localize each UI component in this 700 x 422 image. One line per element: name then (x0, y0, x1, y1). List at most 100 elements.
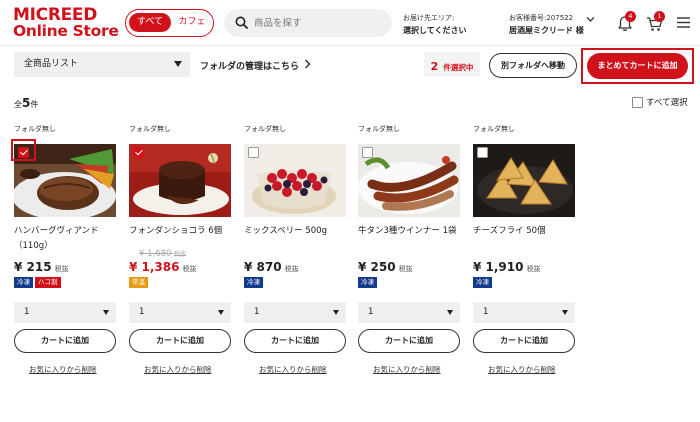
quantity-select[interactable]: 1 (244, 302, 346, 323)
quantity-value: 1 (368, 307, 374, 317)
product-name[interactable]: フォンダンショコラ 6個 (129, 224, 231, 239)
storage-tag: ハコ割 (35, 277, 61, 288)
caret-down-icon (174, 61, 182, 67)
product-image[interactable] (129, 144, 231, 217)
folder-manage-link[interactable]: フォルダの管理はこちら (200, 59, 299, 72)
add-to-cart-button[interactable]: カートに追加 (129, 329, 231, 353)
add-to-cart-button[interactable]: カートに追加 (358, 329, 460, 353)
product-name[interactable]: ハンバーグヴィアンド（110g） (14, 224, 116, 254)
remove-favorite-link[interactable]: お気に入りから削除 (373, 364, 441, 375)
price-value: ¥ 870 (244, 260, 282, 274)
folder-label: フォルダ無し (14, 125, 56, 133)
old-price-value: ¥ 1,680 (139, 249, 172, 259)
product-card: フォルダ無し フォンダンショコラ 6個 ¥ 1,680 税抜 ¥ 1,386 税抜 常温… (129, 124, 245, 374)
product-tags: 冷凍 (473, 277, 494, 289)
product-tags: 冷凍 (358, 277, 379, 289)
add-to-cart-button[interactable]: カートに追加 (14, 329, 116, 353)
product-price: ¥ 870 税抜 (244, 260, 299, 274)
caret-down-icon (562, 310, 568, 315)
product-card: フォルダ無し ハンバーグヴィアンド（110g） ¥ 215 税抜 冷凍 ハコ割 1 カートに… (11, 124, 130, 375)
tax-label: 税抜 (284, 265, 299, 273)
search-input[interactable] (254, 14, 384, 32)
select-all-label: すべて選択 (646, 98, 688, 108)
product-name[interactable]: 牛タン3種ウインナー 1袋 (358, 224, 460, 239)
list-select[interactable]: 全商品リスト (14, 52, 190, 77)
total-count: 全5件 (14, 96, 38, 110)
customer-name[interactable]: 居酒屋ミクリード 様 (509, 25, 584, 36)
total-suffix: 件 (30, 100, 39, 109)
chevron-right-icon[interactable] (304, 59, 311, 69)
toggle-all-button[interactable]: すべて (129, 13, 171, 32)
move-folder-button[interactable]: 別フォルダへ移動 (489, 53, 577, 78)
cart-badge: 1 (654, 11, 665, 22)
product-checkbox[interactable] (362, 147, 373, 158)
quantity-select[interactable]: 1 (14, 302, 116, 323)
product-card: フォルダ無し チーズフライ 50個 ¥ 1,910 税抜 冷凍 1 カートに追加 お気に入り… (473, 124, 589, 374)
product-image[interactable] (358, 144, 460, 217)
tax-label: 税抜 (526, 265, 541, 273)
list-select-value: 全商品リスト (24, 59, 79, 69)
menu-icon[interactable] (677, 17, 690, 28)
delivery-area-value[interactable]: 選択してください (403, 25, 467, 36)
storage-tag: 冷凍 (358, 277, 377, 288)
folder-label: フォルダ無し (358, 125, 400, 133)
remove-favorite-link[interactable]: お気に入りから削除 (488, 364, 556, 375)
chevron-down-icon[interactable] (586, 16, 595, 23)
customer-number: お客様番号:207522 (509, 14, 574, 22)
quantity-value: 1 (483, 307, 489, 317)
notification-badge: 4 (625, 11, 636, 22)
category-toggle: すべて カフェ (125, 9, 214, 37)
price-value: ¥ 1,386 (129, 260, 180, 274)
remove-favorite-link[interactable]: お気に入りから削除 (259, 364, 327, 375)
add-to-cart-button[interactable]: カートに追加 (473, 329, 575, 353)
folder-label: フォルダ無し (244, 125, 286, 133)
quantity-select[interactable]: 1 (473, 302, 575, 323)
product-image[interactable] (244, 144, 346, 217)
product-checkbox[interactable] (477, 147, 488, 158)
toggle-cafe-button[interactable]: カフェ (175, 13, 209, 32)
product-tags: 常温 (129, 277, 150, 289)
total-prefix: 全 (14, 100, 22, 109)
product-price: ¥ 1,910 税抜 (473, 260, 540, 274)
price-value: ¥ 1,910 (473, 260, 524, 274)
storage-tag: 冷凍 (473, 277, 492, 288)
select-all-checkbox[interactable] (632, 97, 643, 108)
product-name[interactable]: ミックスベリー 500g (244, 224, 346, 239)
folder-label: フォルダ無し (473, 125, 515, 133)
remove-favorite-link[interactable]: お気に入りから削除 (29, 364, 97, 375)
highlight-frame (11, 139, 36, 161)
product-name[interactable]: チーズフライ 50個 (473, 224, 575, 239)
quantity-value: 1 (254, 307, 260, 317)
product-tags: 冷凍 ハコ割 (14, 277, 63, 289)
product-image[interactable] (473, 144, 575, 217)
selected-count: 2 件選択中 (424, 52, 480, 77)
storage-tag: 常温 (129, 277, 148, 288)
old-price: ¥ 1,680 税抜 (139, 249, 186, 259)
quantity-select[interactable]: 1 (358, 302, 460, 323)
add-to-cart-button[interactable]: カートに追加 (244, 329, 346, 353)
product-price: ¥ 1,386 税抜 (129, 260, 196, 274)
product-checkbox[interactable] (248, 147, 259, 158)
selected-count-number: 2 (430, 60, 439, 73)
caret-down-icon (218, 310, 224, 315)
tax-label: 税抜 (398, 265, 413, 273)
bulk-add-to-cart-button[interactable]: まとめてカートに追加 (587, 53, 688, 79)
logo-subtext[interactable]: Online Store (13, 23, 119, 40)
quantity-select[interactable]: 1 (129, 302, 231, 323)
site-header: MICREED Online Store すべて カフェ お届け先エリア: 選択… (0, 0, 700, 46)
selected-count-label: 件選択中 (443, 63, 474, 72)
old-price-tax: 税抜 (174, 251, 187, 258)
remove-favorite-link[interactable]: お気に入りから削除 (144, 364, 212, 375)
quantity-value: 1 (139, 307, 145, 317)
tax-label: 税抜 (182, 265, 197, 273)
quantity-value: 1 (24, 307, 30, 317)
delivery-area-label: お届け先エリア: (403, 14, 455, 22)
caret-down-icon (103, 310, 109, 315)
price-value: ¥ 250 (358, 260, 396, 274)
product-checkbox[interactable] (133, 147, 144, 158)
folder-label: フォルダ無し (129, 125, 171, 133)
storage-tag: 冷凍 (244, 277, 263, 288)
search-icon[interactable] (235, 16, 248, 29)
product-price: ¥ 250 税抜 (358, 260, 413, 274)
product-price: ¥ 215 税抜 (14, 260, 69, 274)
